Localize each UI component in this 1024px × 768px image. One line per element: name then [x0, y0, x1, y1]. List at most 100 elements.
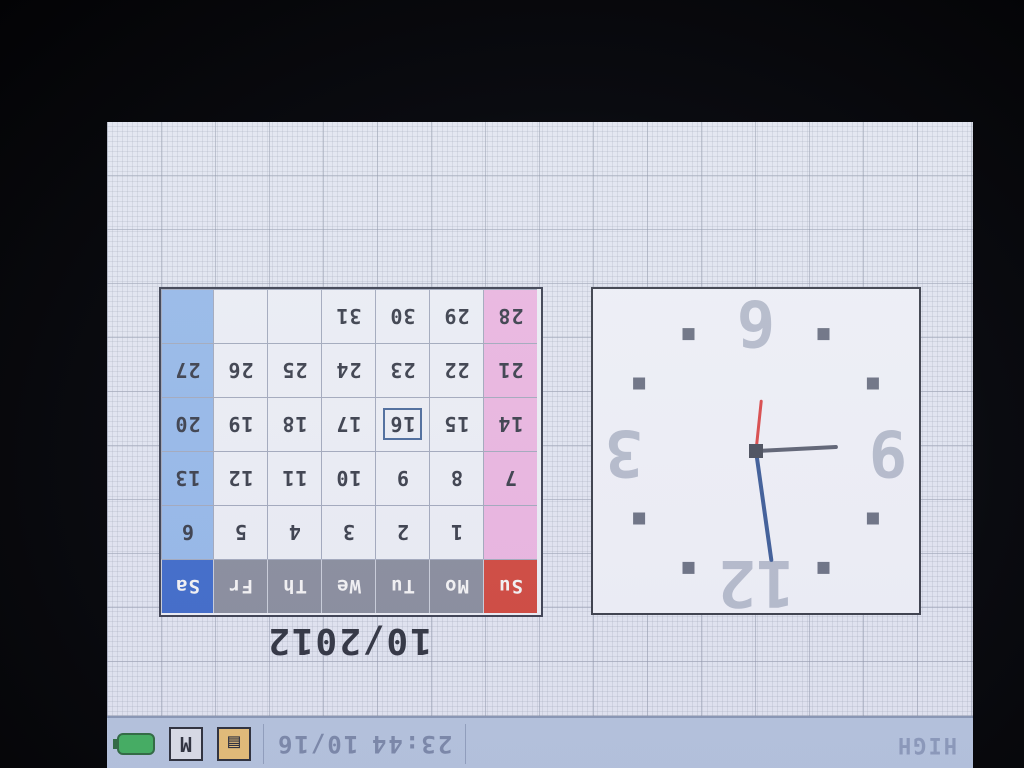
calendar-day[interactable]: 22	[429, 343, 483, 397]
hour-tick	[866, 512, 879, 525]
clock-numeral: 12	[717, 545, 794, 613]
hour-hand	[754, 449, 774, 562]
calendar-day-label: 5	[233, 520, 248, 545]
calendar-day-label: 20	[174, 412, 201, 437]
calendar-empty-cell	[213, 289, 267, 343]
weekday-header: Su	[483, 559, 537, 613]
calendar-day[interactable]: 13	[161, 451, 213, 505]
calendar-day-label: 30	[389, 304, 416, 329]
calendar-day-label: 21	[497, 358, 524, 383]
hour-tick	[682, 328, 695, 341]
calendar-day-label: 27	[174, 358, 201, 383]
calendar-day[interactable]: 9	[375, 451, 429, 505]
calendar-day-label: 22	[443, 358, 470, 383]
calendar-day-label: 18	[281, 412, 308, 437]
status-date: 10/16	[276, 730, 359, 758]
hour-tick	[866, 377, 879, 390]
calendar-day[interactable]: 4	[267, 505, 321, 559]
calendar-day[interactable]: 10	[321, 451, 375, 505]
calendar-day-label: 4	[287, 520, 302, 545]
calendar-widget: 31 30 29 28 27 26 25 24 23 22 21 20 19 18 17 16 15 14 13 12…	[159, 287, 543, 617]
calendar-day-label: 11	[281, 466, 308, 491]
calendar-day[interactable]: 15	[429, 397, 483, 451]
calendar-day[interactable]: 2	[375, 505, 429, 559]
calendar-day-label: 2	[395, 520, 410, 545]
month-label: 10/2012	[266, 620, 432, 661]
calendar-day[interactable]: 31	[321, 289, 375, 343]
hour-tick	[817, 561, 830, 574]
calendar-day[interactable]: 27	[161, 343, 213, 397]
calendar-day-label: 24	[335, 358, 362, 383]
calendar-day-label: 12	[227, 466, 254, 491]
calendar-day[interactable]: 25	[267, 343, 321, 397]
calendar-day-label: 19	[227, 412, 254, 437]
clock-center	[749, 444, 763, 458]
calendar-day[interactable]: 21	[483, 343, 537, 397]
calendar-day-label: 26	[227, 358, 254, 383]
hour-tick	[817, 328, 830, 341]
status-time: 23:44	[370, 730, 453, 758]
hour-tick	[633, 377, 646, 390]
calendar-day-label: 8	[449, 466, 464, 491]
calendar-day[interactable]: 11	[267, 451, 321, 505]
hour-tick	[682, 561, 695, 574]
calendar-day[interactable]: 1	[429, 505, 483, 559]
analog-clock: 12 3 6 9	[591, 287, 921, 615]
weekday-header: Tu	[375, 559, 429, 613]
calendar-day[interactable]: 19	[213, 397, 267, 451]
calendar-day-label: 3	[341, 520, 356, 545]
calendar-empty-cell	[161, 289, 213, 343]
clock-numeral: 9	[869, 415, 908, 489]
calendar-day[interactable]: 8	[429, 451, 483, 505]
calendar-day[interactable]: 5	[213, 505, 267, 559]
calendar-day-label: 6	[180, 520, 195, 545]
calendar-day[interactable]: 3	[321, 505, 375, 559]
calendar-day-label: 31	[335, 304, 362, 329]
weekday-header: Fr	[213, 559, 267, 613]
tray-icon[interactable]: ▤	[217, 727, 251, 761]
calendar-day-label: 23	[389, 358, 416, 383]
calendar-day-label: 29	[443, 304, 470, 329]
weekday-header: Mo	[429, 559, 483, 613]
calendar-day[interactable]: 7	[483, 451, 537, 505]
calendar-day[interactable]: 30	[375, 289, 429, 343]
weekday-header: Th	[267, 559, 321, 613]
minute-hand	[754, 445, 838, 453]
clock-face-group: 12 3 6 9	[605, 289, 908, 613]
calendar-day-label: 10	[335, 466, 362, 491]
calendar-day[interactable]: 23	[375, 343, 429, 397]
status-divider	[464, 724, 466, 764]
calendar-day[interactable]: 6	[161, 505, 213, 559]
lcd-screen: 31 30 29 28 27 26 25 24 23 22 21 20 19 18 17 16 15 14 13 12…	[107, 122, 973, 768]
calendar-day-label: 14	[497, 412, 524, 437]
calendar-day[interactable]: 16	[375, 397, 429, 451]
calendar-day-label: 17	[335, 412, 362, 437]
clock-face: 12 3 6 9	[605, 289, 908, 613]
calendar-day[interactable]: 14	[483, 397, 537, 451]
hour-tick	[633, 512, 646, 525]
calendar-day[interactable]: 26	[213, 343, 267, 397]
calendar-day-label: 7	[503, 466, 518, 491]
calendar-day-label: 9	[395, 466, 410, 491]
calendar-day[interactable]: 20	[161, 397, 213, 451]
status-bar: M ▤ 10/16 23:44 HIGH	[107, 716, 973, 768]
calendar-day-label: 16	[383, 408, 422, 441]
calendar-day-label: 13	[174, 466, 201, 491]
calendar-day[interactable]: 24	[321, 343, 375, 397]
calendar-day-label: 28	[497, 304, 524, 329]
calendar-day-label: 25	[281, 358, 308, 383]
calendar-day-label: 15	[443, 412, 470, 437]
calendar-day[interactable]: 29	[429, 289, 483, 343]
clock-numeral: 6	[737, 289, 776, 359]
status-mode: HIGH	[896, 731, 957, 757]
calendar-day[interactable]: 17	[321, 397, 375, 451]
second-hand	[754, 399, 763, 453]
memory-card-icon[interactable]: M	[169, 727, 203, 761]
calendar-day[interactable]: 12	[213, 451, 267, 505]
battery-icon	[113, 733, 155, 755]
calendar-day-label: 1	[449, 520, 464, 545]
weekday-header: Sa	[161, 559, 213, 613]
status-divider	[263, 724, 264, 764]
calendar-day[interactable]: 28	[483, 289, 537, 343]
calendar-day[interactable]: 18	[267, 397, 321, 451]
